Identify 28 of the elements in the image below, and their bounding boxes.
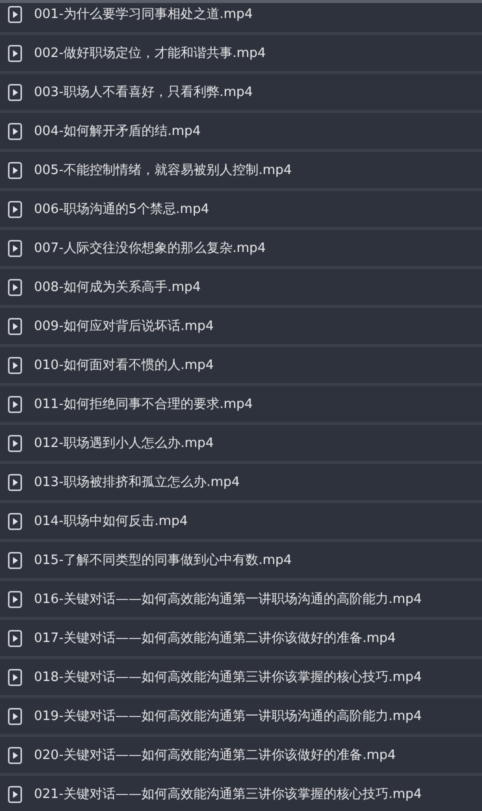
file-name[interactable]: 010-如何面对看不惯的人.mp4: [34, 356, 214, 374]
play-file-icon: [8, 786, 22, 802]
play-file-icon: [8, 6, 22, 22]
file-name[interactable]: 009-如何应对背后说坏话.mp4: [34, 317, 214, 335]
play-file-icon: [8, 318, 22, 334]
play-file-icon: [8, 474, 22, 490]
play-file-icon: [8, 630, 22, 646]
play-file-icon: [8, 162, 22, 178]
play-file-icon: [8, 552, 22, 568]
play-file-icon: [8, 278, 22, 296]
file-name[interactable]: 006-职场沟通的5个禁忌.mp4: [34, 200, 210, 218]
file-name[interactable]: 014-职场中如何反击.mp4: [34, 512, 188, 530]
play-file-icon: [8, 200, 22, 218]
play-file-icon: [8, 240, 22, 256]
play-file-icon: [8, 396, 22, 412]
play-file-icon: [8, 84, 22, 100]
play-file-icon: [8, 356, 22, 374]
file-name[interactable]: 008-如何成为关系高手.mp4: [34, 278, 201, 296]
play-file-icon: [8, 434, 22, 452]
play-file-icon: [8, 668, 22, 686]
play-file-icon: [8, 512, 22, 530]
play-file-icon: [8, 44, 22, 62]
play-file-icon: [8, 746, 22, 764]
play-file-icon: [8, 708, 22, 724]
file-name[interactable]: 004-如何解开矛盾的结.mp4: [34, 122, 201, 140]
play-file-icon: [8, 590, 22, 608]
play-file-icon: [8, 122, 22, 140]
file-name[interactable]: 012-职场遇到小人怎么办.mp4: [34, 434, 214, 452]
